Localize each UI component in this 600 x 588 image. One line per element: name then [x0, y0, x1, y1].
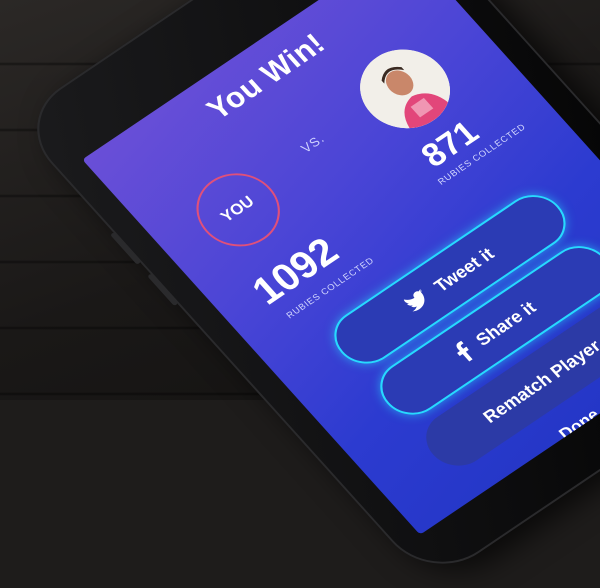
share-button-label: Share it: [471, 297, 540, 350]
player-you-score: 1092: [243, 229, 348, 313]
tweet-button-label: Tweet it: [429, 243, 498, 296]
twitter-icon: [403, 288, 433, 314]
versus-label: VS.: [297, 130, 328, 156]
game-result-screen: You Win! YOU VS. 1092 RUBIES COLLECTED 8…: [82, 0, 600, 535]
player-you-avatar: YOU: [179, 158, 297, 261]
player-you-label: YOU: [217, 193, 258, 226]
facebook-icon: [451, 340, 476, 364]
